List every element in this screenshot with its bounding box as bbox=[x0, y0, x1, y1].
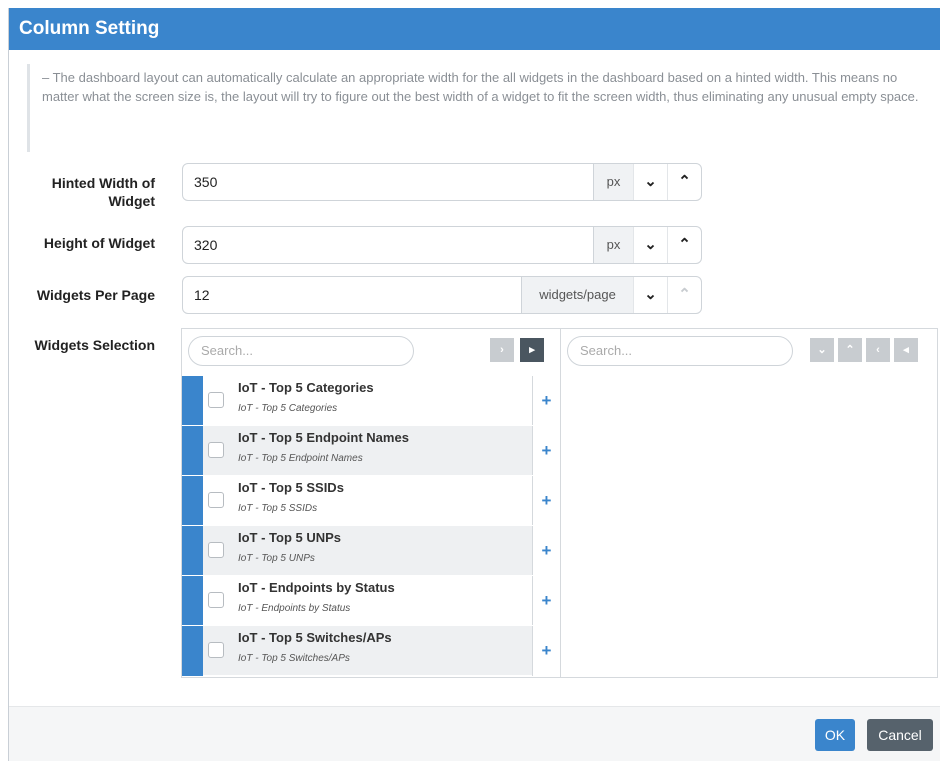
row-accent bbox=[182, 376, 203, 426]
per-page-value[interactable]: 12 bbox=[183, 277, 521, 313]
height-field[interactable]: 320 px ⌄ ⌃ bbox=[182, 226, 702, 264]
info-text: – The dashboard layout can automatically… bbox=[27, 64, 922, 152]
height-unit: px bbox=[593, 227, 633, 263]
checkbox[interactable] bbox=[208, 392, 224, 408]
item-title: IoT - Top 5 SSIDs bbox=[238, 480, 344, 495]
chevron-down-icon[interactable]: ⌄ bbox=[633, 164, 667, 200]
list-item[interactable]: IoT - Top 5 UNPs IoT - Top 5 UNPs + bbox=[182, 525, 560, 576]
cancel-button[interactable]: Cancel bbox=[867, 719, 933, 751]
list-item[interactable]: IoT - Top 5 Endpoint Names IoT - Top 5 E… bbox=[182, 425, 560, 476]
hinted-width-value[interactable]: 350 bbox=[183, 164, 593, 200]
available-widgets-list: IoT - Top 5 Categories IoT - Top 5 Categ… bbox=[182, 375, 560, 676]
chevron-down-icon[interactable]: ⌄ bbox=[633, 227, 667, 263]
list-item[interactable]: IoT - Top 5 Categories IoT - Top 5 Categ… bbox=[182, 375, 560, 426]
list-item[interactable]: IoT - Endpoints by Status IoT - Endpoint… bbox=[182, 575, 560, 626]
checkbox[interactable] bbox=[208, 442, 224, 458]
move-left-icon[interactable]: ‹ bbox=[866, 338, 890, 362]
per-page-field[interactable]: 12 widgets/page ⌄ ⌃ bbox=[182, 276, 702, 314]
widget-selector: Search... › ▸ Search... ⌄ ⌃ ‹ ◂ IoT - To… bbox=[181, 328, 938, 678]
plus-icon[interactable]: + bbox=[532, 626, 560, 676]
selector-divider bbox=[560, 329, 561, 677]
item-subtitle: IoT - Top 5 Categories bbox=[238, 403, 338, 414]
plus-icon[interactable]: + bbox=[532, 376, 560, 426]
row-accent bbox=[182, 576, 203, 626]
checkbox[interactable] bbox=[208, 542, 224, 558]
checkbox[interactable] bbox=[208, 492, 224, 508]
height-label: Height of Widget bbox=[43, 235, 155, 251]
chevron-up-icon[interactable]: ⌃ bbox=[667, 277, 701, 313]
row-accent bbox=[182, 526, 203, 576]
item-subtitle: IoT - Top 5 SSIDs bbox=[238, 503, 318, 514]
list-item[interactable]: IoT - Top 5 Switches/APs IoT - Top 5 Swi… bbox=[182, 625, 560, 676]
move-all-right-icon[interactable]: ▸ bbox=[520, 338, 544, 362]
item-subtitle: IoT - Top 5 Endpoint Names bbox=[238, 453, 363, 464]
hinted-width-field[interactable]: 350 px ⌄ ⌃ bbox=[182, 163, 702, 201]
move-down-icon[interactable]: ⌄ bbox=[810, 338, 834, 362]
ok-button[interactable]: OK bbox=[815, 719, 855, 751]
checkbox[interactable] bbox=[208, 642, 224, 658]
move-up-icon[interactable]: ⌃ bbox=[838, 338, 862, 362]
list-item[interactable]: IoT - Top 5 SSIDs IoT - Top 5 SSIDs + bbox=[182, 475, 560, 526]
per-page-label: Widgets Per Page bbox=[36, 287, 155, 303]
plus-icon[interactable]: + bbox=[532, 576, 560, 626]
item-subtitle: IoT - Endpoints by Status bbox=[238, 603, 351, 614]
item-title: IoT - Top 5 Switches/APs bbox=[238, 630, 392, 645]
dialog-title: Column Setting bbox=[9, 8, 940, 50]
item-title: IoT - Endpoints by Status bbox=[238, 580, 395, 595]
right-search-input[interactable]: Search... bbox=[567, 336, 793, 366]
hinted-width-unit: px bbox=[593, 164, 633, 200]
chevron-up-icon[interactable]: ⌃ bbox=[667, 164, 701, 200]
row-accent bbox=[182, 476, 203, 526]
row-accent bbox=[182, 626, 203, 676]
dialog-footer: OK Cancel bbox=[9, 706, 940, 761]
left-search-input[interactable]: Search... bbox=[188, 336, 414, 366]
item-title: IoT - Top 5 Endpoint Names bbox=[238, 430, 409, 445]
hinted-width-label: Hinted Width of Widget bbox=[51, 175, 155, 209]
move-all-left-icon[interactable]: ◂ bbox=[894, 338, 918, 362]
plus-icon[interactable]: + bbox=[532, 476, 560, 526]
height-value[interactable]: 320 bbox=[183, 227, 593, 263]
plus-icon[interactable]: + bbox=[532, 426, 560, 476]
item-title: IoT - Top 5 Categories bbox=[238, 380, 374, 395]
plus-icon[interactable]: + bbox=[532, 526, 560, 576]
column-setting-dialog: Column Setting – The dashboard layout ca… bbox=[8, 8, 940, 761]
checkbox[interactable] bbox=[208, 592, 224, 608]
chevron-up-icon[interactable]: ⌃ bbox=[667, 227, 701, 263]
item-subtitle: IoT - Top 5 UNPs bbox=[238, 553, 315, 564]
item-title: IoT - Top 5 UNPs bbox=[238, 530, 342, 545]
selection-label: Widgets Selection bbox=[34, 337, 155, 353]
move-right-icon[interactable]: › bbox=[490, 338, 514, 362]
chevron-down-icon[interactable]: ⌄ bbox=[633, 277, 667, 313]
row-accent bbox=[182, 426, 203, 476]
per-page-unit: widgets/page bbox=[521, 277, 633, 313]
item-subtitle: IoT - Top 5 Switches/APs bbox=[238, 653, 350, 664]
